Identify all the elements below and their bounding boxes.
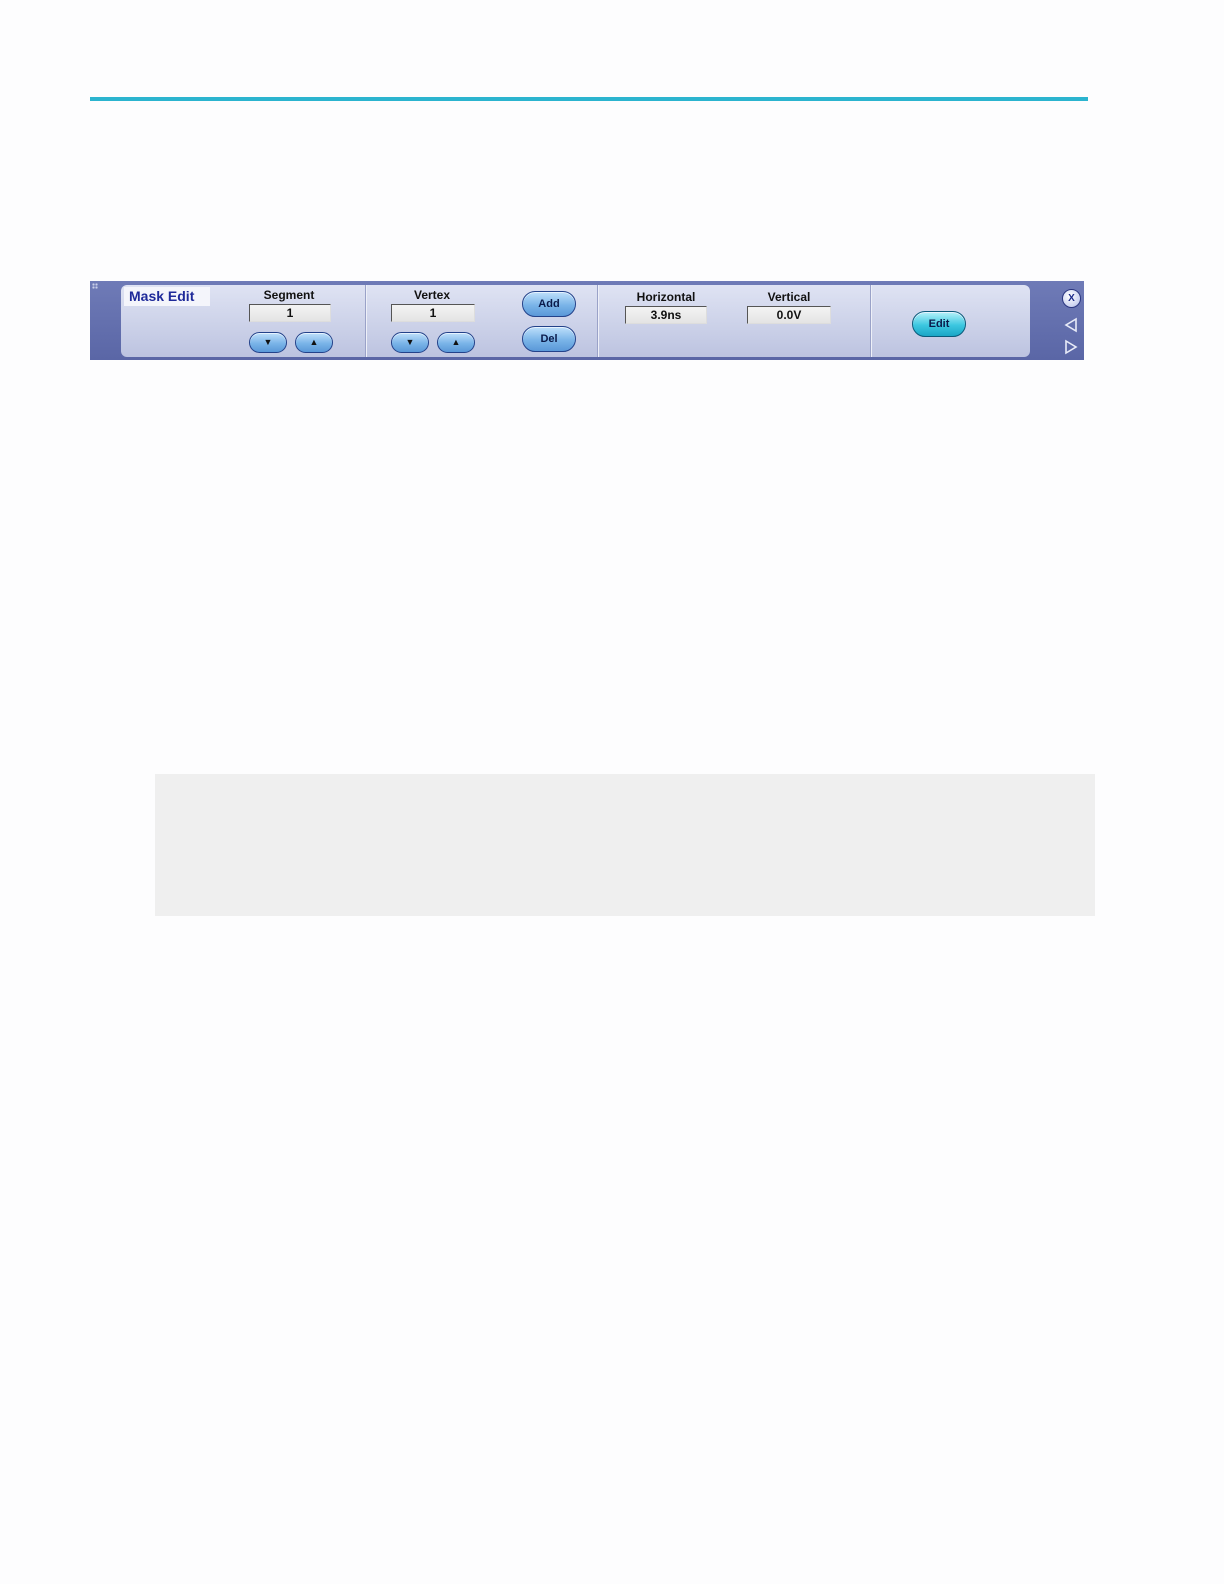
vertex-readout[interactable]: 1 [391,304,475,322]
vertex-down-button[interactable]: ▼ [391,332,429,353]
section-divider [365,285,366,357]
delete-vertex-button[interactable]: Del [522,326,576,352]
segment-label: Segment [263,288,315,302]
vertex-label: Vertex [413,288,451,302]
left-triangle-icon[interactable] [1063,317,1079,333]
edit-button[interactable]: Edit [912,311,966,337]
mask-edit-control-window: Mask Edit Segment 1 ▼ ▲ Vertex 1 ▼ ▲ Add… [90,281,1084,360]
horizontal-label: Horizontal [636,290,696,304]
panel-title: Mask Edit [124,287,210,306]
up-arrow-icon: ▲ [451,337,461,347]
segment-down-button[interactable]: ▼ [249,332,287,353]
panel-side-controls: X [1060,286,1082,356]
horizontal-readout[interactable]: 3.9ns [625,306,707,324]
down-arrow-icon: ▼ [405,337,415,347]
vertical-label: Vertical [767,290,811,304]
header-rule [90,97,1088,101]
close-icon[interactable]: X [1062,289,1081,308]
up-arrow-icon: ▲ [309,337,319,347]
mask-edit-panel-body: Mask Edit Segment 1 ▼ ▲ Vertex 1 ▼ ▲ Add… [121,285,1030,357]
drag-grip-icon[interactable] [92,283,98,289]
note-box [155,774,1095,916]
vertex-up-button[interactable]: ▲ [437,332,475,353]
vertical-readout[interactable]: 0.0V [747,306,831,324]
add-vertex-button[interactable]: Add [522,291,576,317]
segment-readout[interactable]: 1 [249,304,331,322]
section-divider [597,285,598,357]
segment-up-button[interactable]: ▲ [295,332,333,353]
down-arrow-icon: ▼ [263,337,273,347]
right-triangle-icon[interactable] [1063,339,1079,355]
section-divider [870,285,871,357]
